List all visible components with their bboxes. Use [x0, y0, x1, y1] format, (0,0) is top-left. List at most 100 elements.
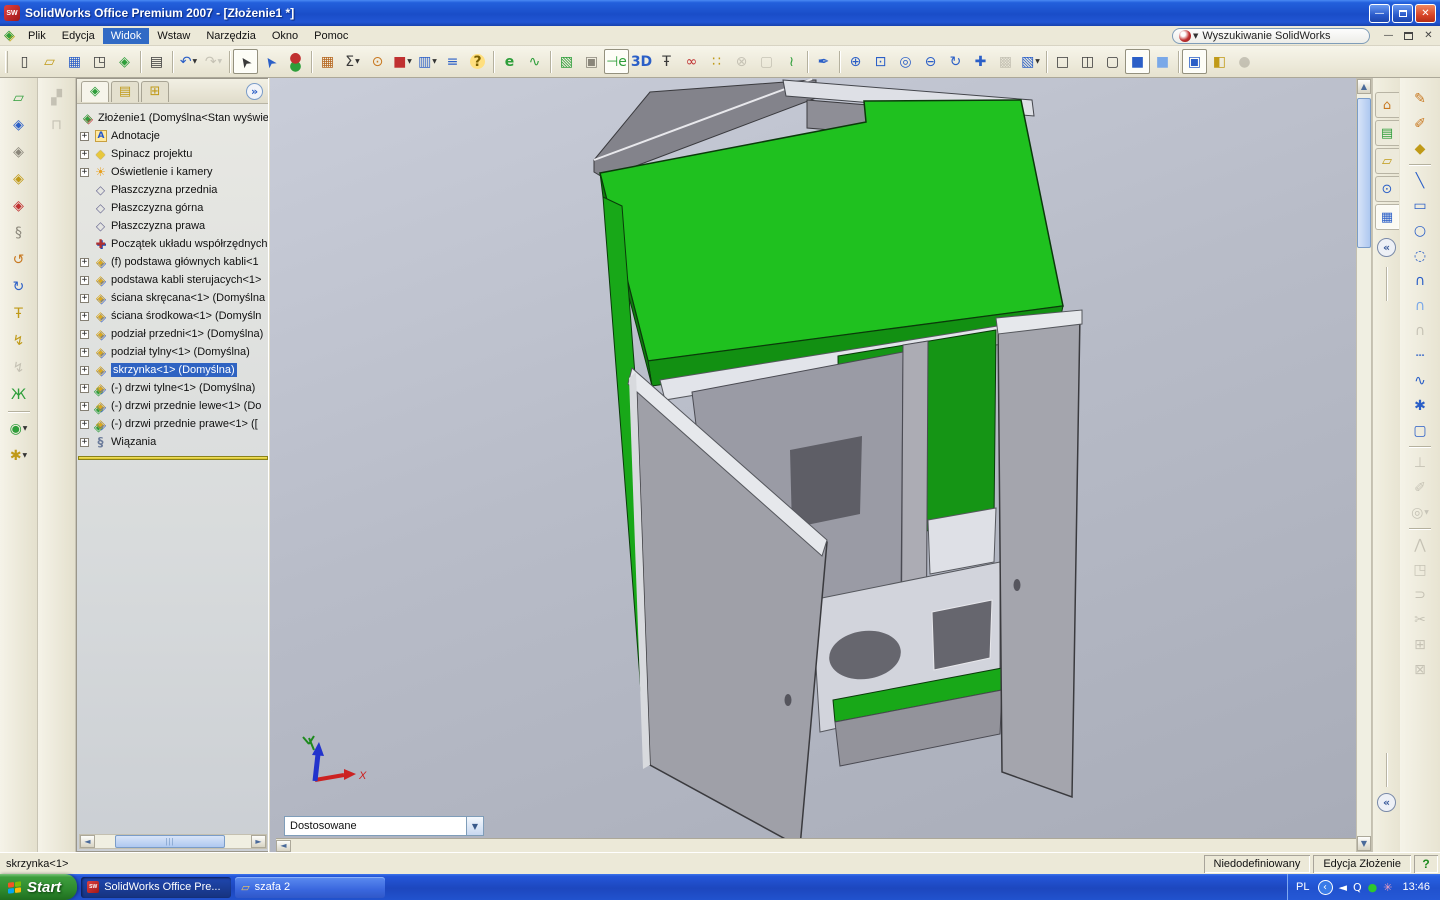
smart-fasteners-button[interactable]: Ŧ	[6, 301, 31, 326]
3d-sketch-button[interactable]: ✐	[1408, 111, 1433, 136]
model-3d-view[interactable]: X	[270, 78, 1356, 852]
view-palette-tab[interactable]: ▦	[1375, 204, 1399, 230]
task-pane-collapse-button[interactable]: «	[1377, 238, 1396, 257]
menu-okno[interactable]: Okno	[264, 28, 306, 44]
expand-icon[interactable]: +	[80, 330, 89, 339]
pan-button[interactable]: ✚	[968, 49, 993, 74]
combo-dropdown-icon[interactable]: ▼	[466, 817, 483, 835]
taskbar-clock[interactable]: 13:46	[1402, 881, 1430, 893]
scroll-left-icon[interactable]: ◄	[80, 835, 95, 848]
shaded-button[interactable]: ■	[1150, 49, 1175, 74]
taskbar-button-solidworks[interactable]: SWSolidWorks Office Pre...	[81, 877, 231, 898]
menu-plik[interactable]: Plik	[20, 28, 54, 44]
pinwheel-icon[interactable]: ✳	[1383, 881, 1392, 894]
three-d-view-button[interactable]: 3D	[629, 49, 654, 74]
zoom-to-area-button[interactable]: ⊡	[868, 49, 893, 74]
edrawings-publish-button[interactable]: e	[497, 49, 522, 74]
zoom-to-fit-button[interactable]: ⊕	[843, 49, 868, 74]
tree-item[interactable]: +◈ściana środkowa<1> (Domyśln	[77, 307, 269, 325]
edit-component-button[interactable]: ◈	[6, 166, 31, 191]
perimeter-circle-button[interactable]: ◌	[1408, 243, 1433, 268]
expand-icon[interactable]: +	[80, 276, 89, 285]
help-button[interactable]: ?	[465, 49, 490, 74]
menu-edycja[interactable]: Edycja	[54, 28, 103, 44]
scroll-right-icon[interactable]: ►	[251, 835, 266, 848]
shaded-with-edges-button[interactable]: ■	[1125, 49, 1150, 74]
options-list-button[interactable]: ≡	[440, 49, 465, 74]
tree-item[interactable]: ◈Złożenie1 (Domyślna<Stan wyświe	[77, 109, 269, 127]
rectangle-button[interactable]: ▭	[1408, 193, 1433, 218]
mdi-minimize-button[interactable]: —	[1380, 28, 1397, 43]
select-button[interactable]: ➤	[233, 49, 258, 74]
line-button[interactable]: ╲	[1408, 168, 1433, 193]
design-library-tab[interactable]: ▤	[1375, 120, 1399, 146]
rollback-bar[interactable]	[78, 456, 268, 460]
color-swatches-button[interactable]: ▦	[315, 49, 340, 74]
save-button[interactable]: ▦	[62, 49, 87, 74]
tree-item[interactable]: ◇Płaszczyzna przednia	[77, 181, 269, 199]
tree-item[interactable]: +◈(-) drzwi przednie lewe<1> (Do	[77, 397, 269, 415]
app-menu-icon[interactable]: ◈	[4, 28, 14, 43]
status-help-button[interactable]: ?	[1414, 855, 1438, 873]
tree-item[interactable]: +◈skrzynka<1> (Domyślna)	[77, 361, 269, 379]
make-drawing-from-part-button[interactable]: ◳	[87, 49, 112, 74]
tree-item[interactable]: +◈podział tylny<1> (Domyślna)	[77, 343, 269, 361]
sketch-plane-button[interactable]: ◆	[1408, 136, 1433, 161]
centerline-button[interactable]: ┄	[1408, 343, 1433, 368]
menu-wstaw[interactable]: Wstaw	[149, 28, 198, 44]
view-state-combo[interactable]: Dostosowane ▼	[284, 816, 484, 836]
search-box[interactable]: ▼ Wyszukiwanie SolidWorks	[1172, 28, 1370, 44]
dimension-wand-button[interactable]: ✒	[811, 49, 836, 74]
expand-icon[interactable]: +	[80, 366, 89, 375]
featuremanager-tab[interactable]: ◈	[81, 81, 109, 102]
search-dropdown-icon[interactable]: ▼	[1193, 32, 1198, 40]
menu-narzedzia[interactable]: Narzędzia	[198, 28, 264, 44]
routing-button[interactable]: ≀	[779, 49, 804, 74]
new-document-button[interactable]: ▯	[12, 49, 37, 74]
viewport-scroll-up-icon[interactable]: ▲	[1357, 79, 1371, 94]
tree-item[interactable]: +◈podział przedni<1> (Domyślna)	[77, 325, 269, 343]
zoom-in-out-button[interactable]: ◎	[893, 49, 918, 74]
language-indicator[interactable]: PL	[1296, 881, 1309, 893]
expand-icon[interactable]: +	[80, 132, 89, 141]
viewport-layout-button[interactable]: ▥▼	[415, 49, 440, 74]
motion-record-button[interactable]: ▣	[579, 49, 604, 74]
toolbar-grip[interactable]	[5, 51, 8, 73]
tree-overflow-button[interactable]: »	[246, 83, 263, 100]
feature-statistics-button[interactable]: ∷	[704, 49, 729, 74]
expand-icon[interactable]: +	[80, 168, 89, 177]
spline-button[interactable]: ∿	[1408, 368, 1433, 393]
tree-item[interactable]: +◈(-) drzwi przednie prawe<1> ([	[77, 415, 269, 433]
start-button[interactable]: Start	[0, 874, 77, 900]
tree-item[interactable]: +◈(-) drzwi tylne<1> (Domyślna)	[77, 379, 269, 397]
instant-e-button[interactable]: ⊣e	[604, 49, 629, 74]
insert-component-button[interactable]: ▱	[6, 85, 31, 110]
hidden-lines-visible-button[interactable]: ◫	[1075, 49, 1100, 74]
wireframe-button[interactable]: □	[1050, 49, 1075, 74]
undo-button[interactable]: ↶▼	[176, 49, 201, 74]
expand-icon[interactable]: +	[80, 348, 89, 357]
mate-button[interactable]: §	[6, 220, 31, 245]
move-component-button[interactable]: ↺	[6, 247, 31, 272]
selection-filter-button[interactable]: ➤	[258, 49, 283, 74]
propertymanager-tab[interactable]: ▤	[111, 81, 139, 102]
fasteners-button[interactable]: Ŧ	[654, 49, 679, 74]
tree-item[interactable]: +AAdnotacje	[77, 127, 269, 145]
tree-item[interactable]: ◇Płaszczyzna górna	[77, 199, 269, 217]
tree-item[interactable]: ◇Płaszczyzna prawa	[77, 217, 269, 235]
sketch-button[interactable]: ✎	[1408, 86, 1433, 111]
external-references-button[interactable]: ◈	[6, 193, 31, 218]
interference-detection-button[interactable]: Ж	[6, 382, 31, 407]
minimize-button[interactable]: —	[1369, 4, 1390, 23]
tree-horizontal-scrollbar[interactable]: ◄ ||| ►	[79, 834, 267, 849]
task-pane-drag-handle[interactable]	[1386, 267, 1388, 301]
selection-box-button[interactable]: ▢	[1408, 418, 1433, 443]
bottom-drag-handle[interactable]	[1386, 753, 1388, 787]
rotate-component-button[interactable]: ↻	[6, 274, 31, 299]
view-orientation-button[interactable]: ▧▼	[1018, 49, 1043, 74]
tree-item[interactable]: +☀Oświetlenie i kamery	[77, 163, 269, 181]
menu-widok[interactable]: Widok	[103, 28, 150, 44]
tree-item[interactable]: +§Wiązania	[77, 433, 269, 451]
tree-item[interactable]: +◆Spinacz projektu	[77, 145, 269, 163]
scrollbar-thumb[interactable]: |||	[115, 835, 225, 848]
